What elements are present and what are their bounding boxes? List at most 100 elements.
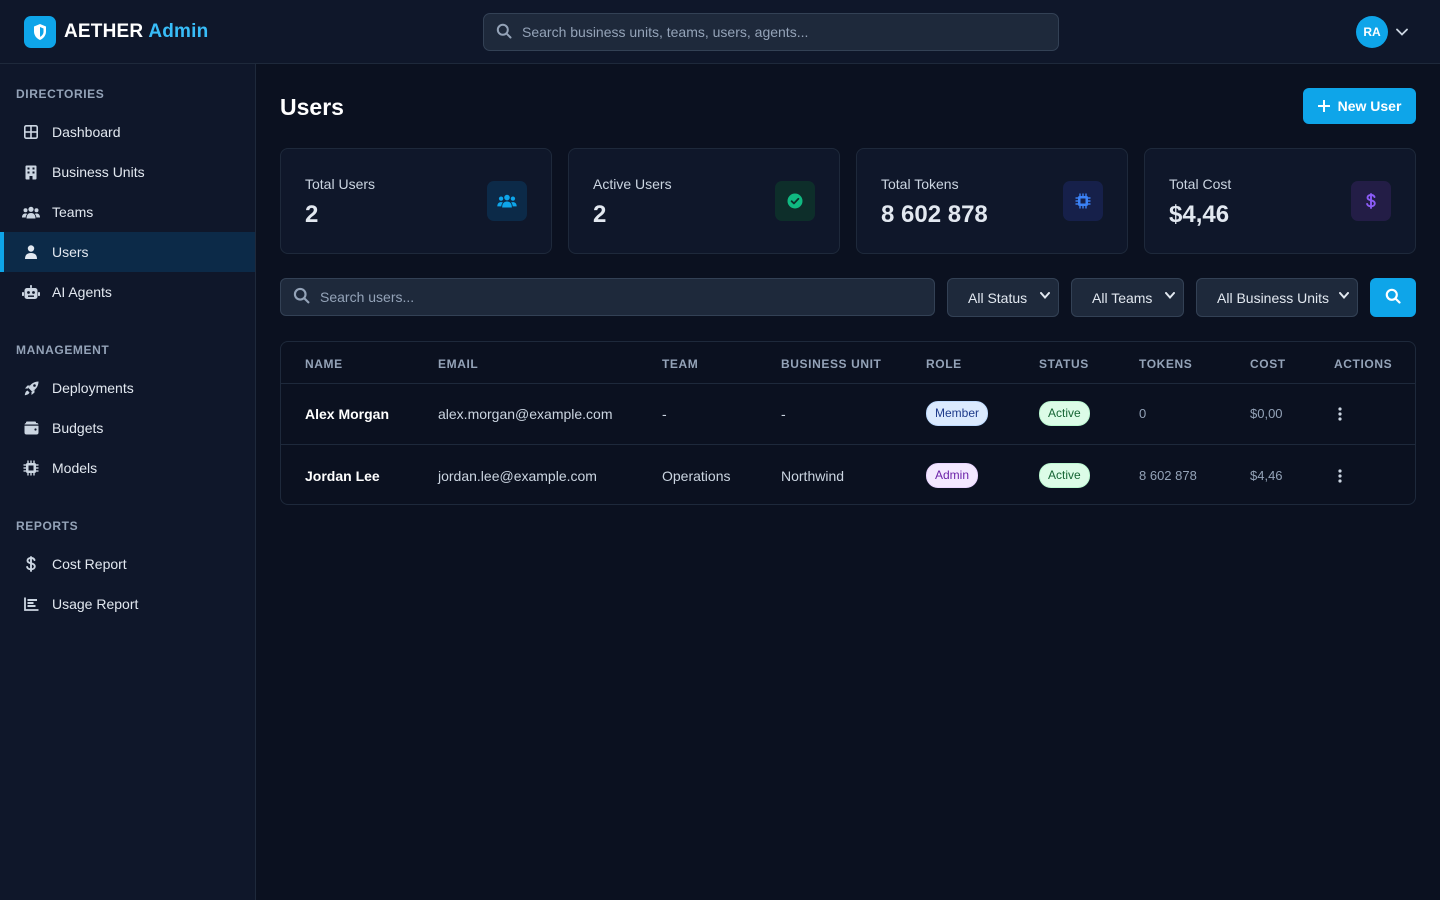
stat-card-total-tokens: Total Tokens 8 602 878 — [856, 148, 1128, 254]
check-circle-icon — [775, 181, 815, 221]
teams-filter-select[interactable]: All Teams — [1071, 278, 1184, 317]
sidebar-item-dashboard[interactable]: Dashboard — [0, 112, 255, 152]
business-units-filter-value: All Business Units — [1217, 289, 1330, 306]
bar-chart-icon — [22, 595, 40, 613]
role-badge: Admin — [926, 463, 979, 488]
column-header-cost: COST — [1250, 357, 1286, 371]
rocket-icon — [22, 379, 40, 397]
column-header-role: ROLE — [926, 357, 962, 371]
user-name[interactable]: Jordan Lee — [305, 445, 380, 504]
user-menu[interactable]: RA — [1356, 16, 1408, 48]
building-icon — [22, 163, 40, 181]
chevron-down-icon[interactable] — [1396, 28, 1408, 36]
shield-icon — [24, 16, 56, 48]
column-header-tokens: TOKENS — [1139, 357, 1193, 371]
dashboard-icon — [22, 123, 40, 141]
stat-card-active-users: Active Users 2 — [568, 148, 840, 254]
users-group-icon — [22, 203, 40, 221]
user-tokens: 8 602 878 — [1139, 468, 1197, 483]
user-icon — [22, 243, 40, 261]
sidebar-item-label: Budgets — [52, 420, 104, 436]
sidebar-item-label: Dashboard — [52, 124, 121, 140]
status-badge: Active — [1039, 463, 1090, 488]
users-table: NAME EMAIL TEAM BUSINESS UNIT ROLE STATU… — [280, 341, 1416, 505]
sidebar-item-label: Teams — [52, 204, 94, 220]
avatar[interactable]: RA — [1356, 16, 1388, 48]
dollar-icon — [22, 555, 40, 573]
sidebar-item-models[interactable]: Models — [0, 448, 255, 488]
sidebar-item-label: AI Agents — [52, 284, 112, 300]
sidebar-item-label: Users — [52, 244, 89, 260]
app-brand: AETHER Admin — [64, 21, 209, 42]
status-badge: Active — [1039, 401, 1090, 426]
user-search[interactable] — [280, 278, 935, 316]
status-filter-select[interactable]: All Status — [947, 278, 1059, 317]
user-name[interactable]: Alex Morgan — [305, 383, 389, 444]
page-title: Users — [280, 94, 344, 120]
user-email: alex.morgan@example.com — [438, 405, 613, 422]
stat-value: 2 — [305, 201, 319, 228]
new-user-button[interactable]: New User — [1303, 88, 1416, 124]
table-row[interactable]: Alex Morgan alex.morgan@example.com - - … — [281, 383, 1415, 444]
stat-label: Total Tokens — [881, 176, 959, 192]
top-bar: AETHERAdmin RA — [0, 0, 1440, 64]
user-team: - — [662, 405, 667, 422]
sidebar-item-teams[interactable]: Teams — [0, 192, 255, 232]
global-search[interactable] — [483, 13, 1059, 51]
stat-label: Total Users — [305, 176, 376, 192]
user-cost: $4,46 — [1250, 468, 1283, 483]
sidebar-item-label: Models — [52, 460, 98, 476]
sidebar-item-cost-report[interactable]: Cost Report — [0, 544, 255, 584]
user-team: Operations — [662, 467, 731, 484]
sidebar-item-budgets[interactable]: Budgets — [0, 408, 255, 448]
sidebar-item-label: Cost Report — [52, 556, 127, 572]
stat-value: $4,46 — [1169, 201, 1230, 228]
sidebar-item-usage-report[interactable]: Usage Report — [0, 584, 255, 624]
chip-icon — [22, 459, 40, 477]
sidebar-section-directories: DIRECTORIES — [16, 87, 105, 101]
stat-label: Active Users — [593, 176, 672, 192]
stat-label: Total Cost — [1169, 176, 1232, 192]
stat-value: 8 602 878 — [881, 201, 988, 228]
chevron-down-icon — [1339, 292, 1349, 299]
dollar-icon — [1351, 181, 1391, 221]
column-header-status: STATUS — [1039, 357, 1089, 371]
column-header-email: EMAIL — [438, 357, 479, 371]
column-header-business-unit: BUSINESS UNIT — [781, 357, 882, 371]
status-filter-value: All Status — [968, 289, 1028, 306]
search-icon — [1385, 288, 1401, 307]
search-icon — [293, 287, 310, 307]
chip-icon — [1063, 181, 1103, 221]
stat-card-total-users: Total Users 2 — [280, 148, 552, 254]
sidebar-item-label: Usage Report — [52, 596, 139, 612]
sidebar-item-label: Business Units — [52, 164, 145, 180]
stat-value: 2 — [593, 201, 607, 228]
robot-icon — [22, 283, 40, 301]
user-search-input[interactable] — [320, 289, 934, 305]
global-search-input[interactable] — [522, 24, 1058, 40]
user-tokens: 0 — [1139, 406, 1147, 421]
app-brand-accent: Admin — [148, 21, 209, 42]
sidebar-item-ai-agents[interactable]: AI Agents — [0, 272, 255, 312]
users-group-icon — [487, 181, 527, 221]
table-row[interactable]: Jordan Lee jordan.lee@example.com Operat… — [281, 444, 1415, 504]
new-user-button-label: New User — [1337, 98, 1402, 114]
column-header-actions: ACTIONS — [1334, 357, 1393, 371]
sidebar-section-management: MANAGEMENT — [16, 343, 110, 357]
search-button[interactable] — [1370, 278, 1416, 317]
user-email: jordan.lee@example.com — [438, 467, 597, 484]
more-actions-icon[interactable] — [1333, 404, 1347, 424]
more-actions-icon[interactable] — [1333, 466, 1347, 486]
stat-card-total-cost: Total Cost $4,46 — [1144, 148, 1416, 254]
search-icon — [496, 23, 512, 42]
sidebar-item-deployments[interactable]: Deployments — [0, 368, 255, 408]
column-header-name: NAME — [305, 357, 343, 371]
teams-filter-value: All Teams — [1092, 289, 1153, 306]
plus-icon — [1317, 100, 1330, 112]
chevron-down-icon — [1040, 292, 1050, 299]
business-units-filter-select[interactable]: All Business Units — [1196, 278, 1358, 317]
chevron-down-icon — [1165, 292, 1175, 299]
app-logo[interactable]: AETHER Admin — [24, 16, 208, 48]
sidebar-item-business-units[interactable]: Business Units — [0, 152, 255, 192]
sidebar-item-users[interactable]: Users — [0, 232, 255, 272]
